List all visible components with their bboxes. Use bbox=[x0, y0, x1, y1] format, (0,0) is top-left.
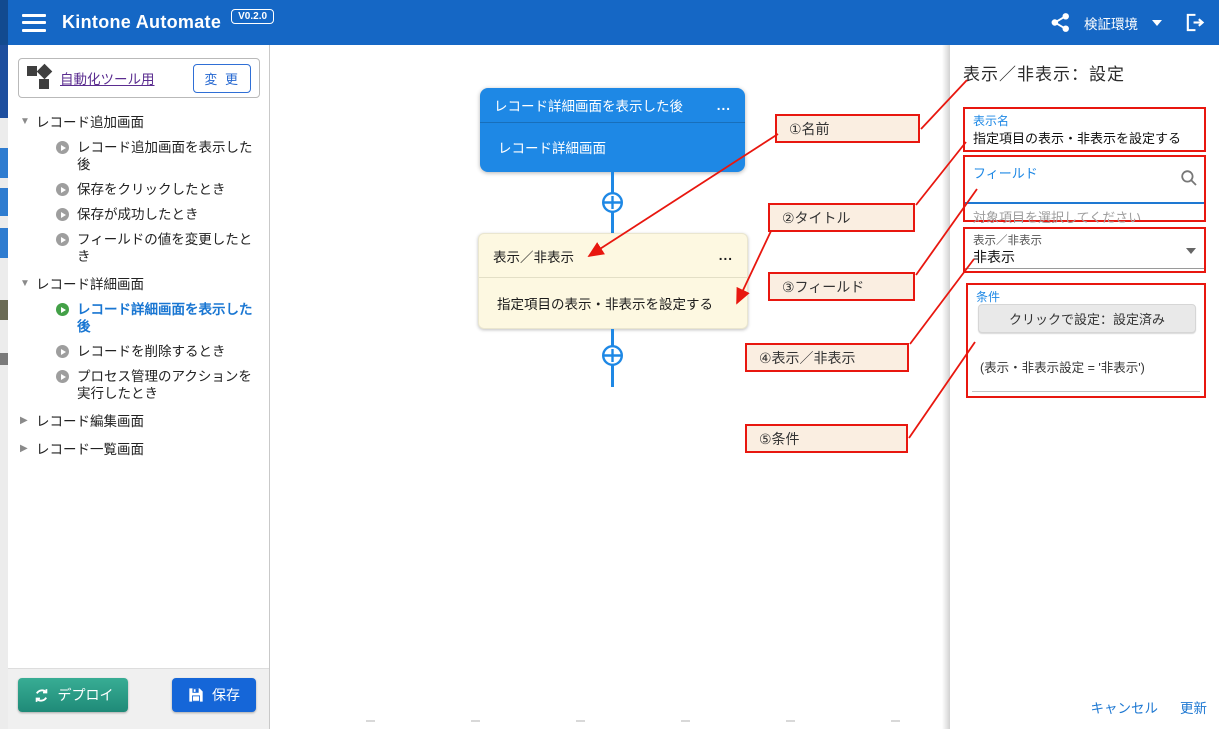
annotation-name-label: ①名前 bbox=[775, 114, 920, 143]
event-tree: ▼ レコード追加画面 レコード追加画面を表示した後 保存をクリックしたとき 保存… bbox=[8, 107, 269, 462]
display-name-highlight-box: 表示名 指定項目の表示・非表示を設定する bbox=[963, 107, 1206, 152]
play-icon bbox=[56, 345, 69, 358]
display-name-value[interactable]: 指定項目の表示・非表示を設定する bbox=[973, 128, 1181, 147]
field-input-underline[interactable] bbox=[965, 202, 1204, 204]
header-left-accent bbox=[0, 0, 8, 45]
kintone-automate-app: Kintone Automate V0.2.0 検証環境 bbox=[0, 0, 1219, 729]
tree-item[interactable]: フィールドの値を変更したとき bbox=[8, 227, 269, 269]
action-node-subtitle: 指定項目の表示・非表示を設定する bbox=[479, 278, 747, 328]
condition-divider bbox=[972, 391, 1200, 392]
app-selector-card: 自動化ツール用 変 更 bbox=[18, 58, 260, 98]
annotation-visibility-label: ④表示／非表示 bbox=[745, 343, 909, 372]
tree-item[interactable]: レコード追加画面を表示した後 bbox=[8, 135, 269, 177]
left-edge-strip bbox=[0, 45, 8, 729]
visibility-underline bbox=[965, 268, 1204, 269]
change-app-button[interactable]: 変 更 bbox=[193, 64, 251, 93]
flow-canvas: レコード詳細画面を表示した後 ... レコード詳細画面 表示／非表示 ... 指… bbox=[271, 45, 950, 729]
environment-dropdown-caret[interactable] bbox=[1152, 20, 1162, 26]
trigger-node-subtitle: レコード詳細画面 bbox=[480, 123, 745, 170]
tree-group-record-edit[interactable]: ▶ レコード編集画面 bbox=[8, 406, 269, 434]
visibility-label: 表示／非表示 bbox=[973, 232, 1042, 248]
condition-set-button[interactable]: クリックで設定：設定済み bbox=[978, 304, 1196, 333]
app-title: Kintone Automate bbox=[62, 12, 221, 33]
condition-highlight-box: 条件 クリックで設定：設定済み (表示・非表示設定 = '非表示') bbox=[966, 283, 1206, 398]
floppy-save-icon bbox=[188, 687, 204, 703]
play-icon-active bbox=[56, 303, 69, 316]
header-bar: Kintone Automate V0.2.0 検証環境 bbox=[0, 0, 1219, 45]
tree-item-selected[interactable]: レコード詳細画面を表示した後 bbox=[8, 297, 269, 339]
action-node-menu-icon[interactable]: ... bbox=[719, 248, 733, 263]
play-icon bbox=[56, 233, 69, 246]
chevron-collapsed-icon: ▶ bbox=[20, 415, 30, 426]
play-icon bbox=[56, 183, 69, 196]
search-icon[interactable] bbox=[1180, 169, 1198, 192]
play-icon bbox=[56, 370, 69, 383]
cancel-button[interactable]: キャンセル bbox=[1091, 697, 1159, 717]
field-highlight-box: フィールド 対象項目を選択してください bbox=[963, 155, 1206, 222]
add-step-icon[interactable] bbox=[601, 344, 624, 367]
share-icon[interactable] bbox=[1051, 13, 1070, 32]
condition-label: 条件 bbox=[976, 288, 1000, 305]
field-helper-text: 対象項目を選択してください bbox=[973, 207, 1141, 226]
action-node[interactable]: 表示／非表示 ... 指定項目の表示・非表示を設定する bbox=[478, 233, 748, 329]
panel-title: 表示／非表示：設定 bbox=[963, 60, 1125, 85]
trigger-node-menu-icon[interactable]: ... bbox=[717, 98, 731, 113]
panel-shadow bbox=[942, 45, 950, 729]
annotation-title-label: ②タイトル bbox=[768, 203, 915, 232]
environment-label: 検証環境 bbox=[1084, 13, 1138, 33]
refresh-icon bbox=[33, 687, 50, 704]
action-node-title: 表示／非表示 bbox=[493, 246, 574, 266]
update-button[interactable]: 更新 bbox=[1180, 697, 1207, 717]
trigger-node-title: レコード詳細画面を表示した後 bbox=[494, 95, 683, 115]
sidebar-footer: デプロイ 保存 bbox=[8, 668, 269, 729]
visibility-highlight-box: 表示／非表示 非表示 bbox=[963, 227, 1206, 273]
settings-panel: 表示／非表示：設定 表示名 指定項目の表示・非表示を設定する フィールド 対象項… bbox=[950, 45, 1219, 729]
field-label: フィールド bbox=[973, 163, 1038, 182]
display-name-label: 表示名 bbox=[973, 112, 1009, 129]
hamburger-menu-icon[interactable] bbox=[22, 14, 46, 32]
tree-item[interactable]: 保存が成功したとき bbox=[8, 202, 269, 227]
chevron-down-icon[interactable] bbox=[1186, 248, 1196, 254]
chevron-expanded-icon: ▼ bbox=[20, 278, 30, 289]
save-button[interactable]: 保存 bbox=[172, 678, 256, 712]
version-badge: V0.2.0 bbox=[231, 9, 274, 24]
trigger-node[interactable]: レコード詳細画面を表示した後 ... レコード詳細画面 bbox=[480, 88, 745, 172]
annotation-condition-label: ⑤条件 bbox=[745, 424, 908, 453]
tree-item[interactable]: 保存をクリックしたとき bbox=[8, 177, 269, 202]
deploy-button[interactable]: デプロイ bbox=[18, 678, 128, 712]
logout-icon[interactable] bbox=[1184, 12, 1205, 33]
app-link[interactable]: 自動化ツール用 bbox=[60, 68, 193, 88]
chevron-collapsed-icon: ▶ bbox=[20, 443, 30, 454]
tree-item[interactable]: プロセス管理のアクションを実行したとき bbox=[8, 364, 269, 406]
tree-item[interactable]: レコードを削除するとき bbox=[8, 339, 269, 364]
kintone-app-icon bbox=[27, 66, 51, 90]
chevron-expanded-icon: ▼ bbox=[20, 116, 30, 127]
tree-group-record-detail[interactable]: ▼ レコード詳細画面 bbox=[8, 269, 269, 297]
add-step-icon[interactable] bbox=[601, 191, 624, 214]
visibility-select-value[interactable]: 非表示 bbox=[973, 247, 1015, 267]
sidebar: 自動化ツール用 変 更 ▼ レコード追加画面 レコード追加画面を表示した後 保存… bbox=[8, 45, 270, 729]
play-icon bbox=[56, 141, 69, 154]
condition-summary: (表示・非表示設定 = '非表示') bbox=[980, 357, 1145, 376]
annotation-field-label: ③フィールド bbox=[768, 272, 915, 301]
tree-group-record-add[interactable]: ▼ レコード追加画面 bbox=[8, 107, 269, 135]
play-icon bbox=[56, 208, 69, 221]
tree-group-record-list[interactable]: ▶ レコード一覧画面 bbox=[8, 434, 269, 462]
